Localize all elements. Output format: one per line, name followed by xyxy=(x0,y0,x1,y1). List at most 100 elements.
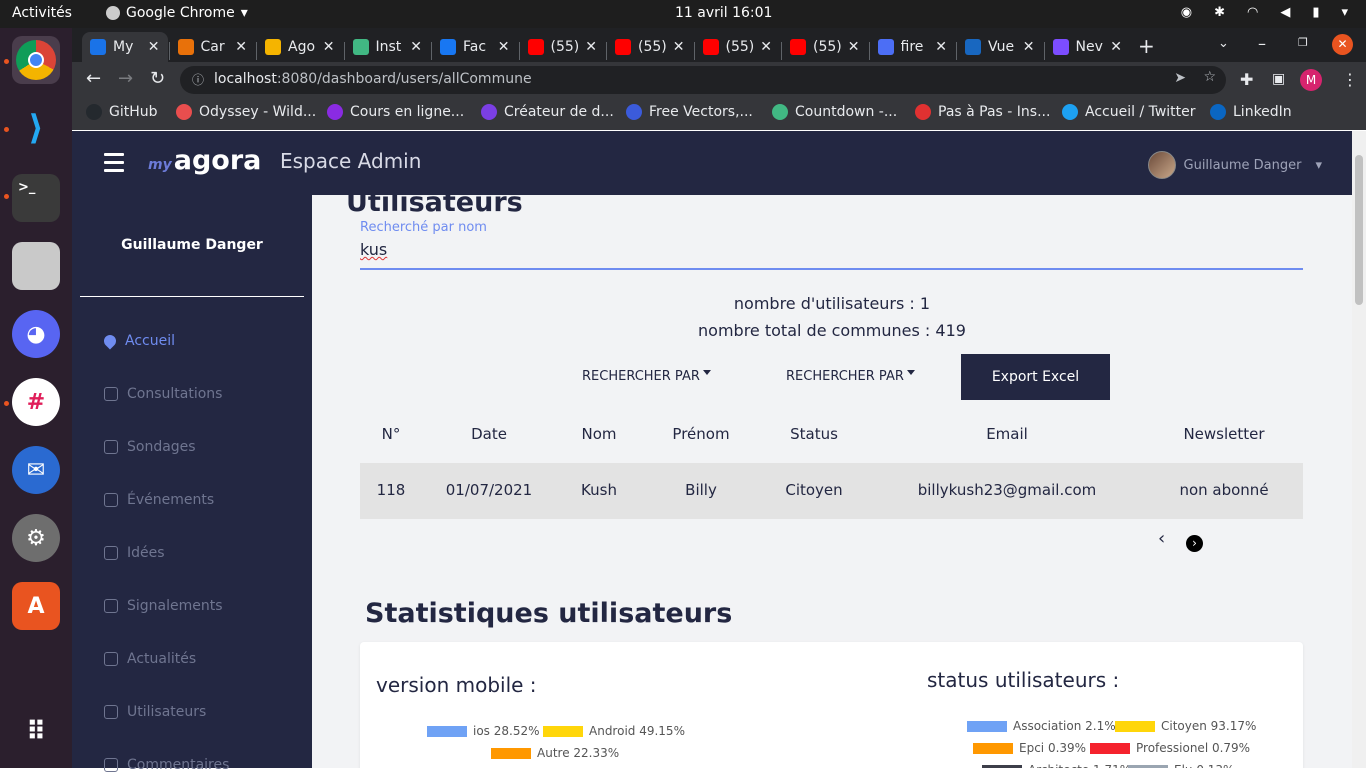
sidebar-item-5[interactable]: Signalements xyxy=(104,598,223,614)
close-tab-icon[interactable]: ✕ xyxy=(235,39,247,55)
user-menu[interactable]: Guillaume Danger ▾ xyxy=(1147,151,1322,179)
system-tray[interactable]: ◉ ✱ ◠ ◀ ▮ ▾ xyxy=(1181,5,1348,20)
power-menu-icon[interactable]: ▾ xyxy=(1341,5,1348,20)
slack-icon[interactable]: # xyxy=(12,378,60,426)
legend-item[interactable]: Association 2.1% xyxy=(967,719,1116,733)
close-tab-icon[interactable]: ✕ xyxy=(1110,39,1122,55)
app-menu[interactable]: Google Chrome ▾ xyxy=(106,5,248,21)
settings-icon[interactable]: ⚙ xyxy=(12,514,60,562)
vscode-icon[interactable]: ⟩ xyxy=(12,104,60,152)
apps-grid-icon[interactable]: ⠿ xyxy=(12,708,60,756)
tab-search-icon[interactable]: ⌄ xyxy=(1218,36,1229,51)
bookmark-4[interactable]: Free Vectors,... xyxy=(626,104,753,120)
bookmark-star-icon[interactable]: ☆ xyxy=(1203,69,1216,85)
tab-9[interactable]: fire ✕ xyxy=(870,32,956,62)
close-tab-icon[interactable]: ✕ xyxy=(848,39,860,55)
filter-dropdown-2[interactable]: RECHERCHER PAR xyxy=(786,369,915,384)
menu-icon[interactable]: ⋮ xyxy=(1342,70,1358,89)
tab-3[interactable]: Inst ✕ xyxy=(345,32,431,62)
bookmark-0[interactable]: GitHub xyxy=(86,104,158,120)
table-row: 118 01/07/2021 Kush Billy Citoyen billykush23… xyxy=(360,463,1303,519)
discord-tray-icon[interactable]: ◉ xyxy=(1181,5,1192,20)
close-tab-icon[interactable]: ✕ xyxy=(148,39,160,55)
legend-item[interactable]: Epci 0.39% xyxy=(973,741,1086,755)
sidebar-item-4[interactable]: Idées xyxy=(104,545,165,561)
send-icon[interactable]: ➤ xyxy=(1174,70,1186,86)
address-bar[interactable]: ⓘ localhost:8080/dashboard/users/allComm… xyxy=(180,66,1226,94)
legend-item[interactable]: Architecte 1.71% xyxy=(982,763,1131,768)
close-tab-icon[interactable]: ✕ xyxy=(410,39,422,55)
tab-6[interactable]: (55) ✕ xyxy=(607,32,693,62)
battery-icon[interactable]: ▮ xyxy=(1312,5,1319,20)
close-tab-icon[interactable]: ✕ xyxy=(760,39,772,55)
terminal-icon[interactable]: >_ xyxy=(12,174,60,222)
page-scrollbar[interactable] xyxy=(1352,131,1366,768)
tab-4[interactable]: Fac ✕ xyxy=(432,32,518,62)
side-panel-icon[interactable]: ▣ xyxy=(1272,71,1285,87)
clock[interactable]: 11 avril 16:01 xyxy=(675,5,772,21)
close-tab-icon[interactable]: ✕ xyxy=(935,39,947,55)
mobile-chart-title: version mobile : xyxy=(376,673,537,697)
tab-0[interactable]: My ✕ xyxy=(82,32,168,62)
close-tab-icon[interactable]: ✕ xyxy=(1023,39,1035,55)
legend-item[interactable]: Elu 0.13% xyxy=(1128,763,1234,768)
search-input[interactable]: kus xyxy=(360,240,1303,270)
chrome-icon[interactable] xyxy=(12,36,60,84)
thunderbird-icon[interactable]: ✉ xyxy=(12,446,60,494)
export-excel-button[interactable]: Export Excel xyxy=(961,354,1110,400)
bookmark-3[interactable]: Créateur de d... xyxy=(481,104,614,120)
tab-10[interactable]: Vue ✕ xyxy=(957,32,1043,62)
legend-item[interactable]: Citoyen 93.17% xyxy=(1115,719,1256,733)
minimize-button[interactable]: – xyxy=(1258,34,1266,53)
prev-page-icon[interactable]: ‹ xyxy=(1158,528,1165,549)
slack-tray-icon[interactable]: ✱ xyxy=(1214,5,1225,20)
new-tab-button[interactable]: + xyxy=(1138,34,1155,58)
tab-1[interactable]: Car ✕ xyxy=(170,32,256,62)
tab-5[interactable]: (55) ✕ xyxy=(520,32,606,62)
next-page-icon[interactable]: › xyxy=(1186,535,1203,552)
software-icon[interactable]: A xyxy=(12,582,60,630)
close-tab-icon[interactable]: ✕ xyxy=(323,39,335,55)
close-window-button[interactable]: ✕ xyxy=(1332,34,1353,55)
back-icon[interactable]: ← xyxy=(86,68,101,89)
sidebar-item-2[interactable]: Sondages xyxy=(104,439,196,455)
sidebar-item-0[interactable]: Accueil xyxy=(101,332,175,350)
legend-item[interactable]: Android 49.15% xyxy=(543,724,685,738)
profile-avatar[interactable]: M xyxy=(1300,69,1322,91)
sidebar-item-8[interactable]: Commentaires xyxy=(104,757,229,773)
bookmark-5[interactable]: Countdown -... xyxy=(772,104,897,120)
sidebar-item-6[interactable]: Actualités xyxy=(104,651,196,667)
close-tab-icon[interactable]: ✕ xyxy=(498,39,510,55)
forward-icon[interactable]: → xyxy=(118,68,133,89)
bookmark-7[interactable]: Accueil / Twitter xyxy=(1062,104,1196,120)
bookmark-8[interactable]: LinkedIn xyxy=(1210,104,1292,120)
activities-button[interactable]: Activités xyxy=(12,5,72,21)
reload-icon[interactable]: ↻ xyxy=(150,68,165,89)
sidebar-item-7[interactable]: Utilisateurs xyxy=(104,704,206,720)
scrollbar-thumb[interactable] xyxy=(1355,155,1363,305)
tab-8[interactable]: (55) ✕ xyxy=(782,32,868,62)
legend-item[interactable]: Autre 22.33% xyxy=(491,746,619,760)
info-icon[interactable]: ⓘ xyxy=(192,71,204,88)
wifi-icon[interactable]: ◠ xyxy=(1247,5,1258,20)
bookmark-1[interactable]: Odyssey - Wild... xyxy=(176,104,316,120)
bookmark-6[interactable]: Pas à Pas - Ins... xyxy=(915,104,1050,120)
close-tab-icon[interactable]: ✕ xyxy=(673,39,685,55)
maximize-button[interactable]: ❐ xyxy=(1298,36,1308,49)
extensions-icon[interactable]: ✚ xyxy=(1240,70,1253,89)
filter-dropdown-1[interactable]: RECHERCHER PAR xyxy=(582,369,711,384)
files-icon[interactable] xyxy=(12,242,60,290)
sidebar-item-3[interactable]: Événements xyxy=(104,492,214,508)
tab-2[interactable]: Ago ✕ xyxy=(257,32,343,62)
hamburger-menu-icon[interactable] xyxy=(104,153,124,177)
app-logo[interactable]: myagora xyxy=(148,145,261,176)
volume-icon[interactable]: ◀ xyxy=(1280,5,1290,20)
legend-item[interactable]: ios 28.52% xyxy=(427,724,540,738)
tab-11[interactable]: Nev ✕ xyxy=(1045,32,1131,62)
sidebar-item-1[interactable]: Consultations xyxy=(104,386,222,402)
legend-item[interactable]: Professionel 0.79% xyxy=(1090,741,1250,755)
close-tab-icon[interactable]: ✕ xyxy=(585,39,597,55)
discord-icon[interactable]: ◕ xyxy=(12,310,60,358)
bookmark-2[interactable]: Cours en ligne... xyxy=(327,104,464,120)
tab-7[interactable]: (55) ✕ xyxy=(695,32,781,62)
